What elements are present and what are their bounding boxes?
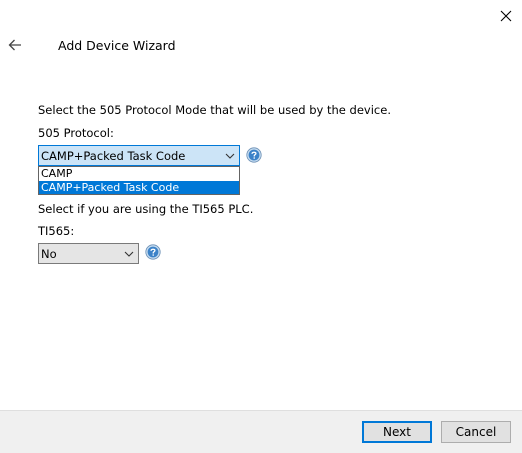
protocol-label: 505 Protocol: [38,126,114,140]
dropdown-option-camp-packed[interactable]: CAMP+Packed Task Code [39,181,239,194]
ti565-select-value: No [41,247,57,261]
next-button[interactable]: Next [362,421,432,443]
dropdown-option-camp[interactable]: CAMP [39,167,239,180]
close-button[interactable] [492,2,520,30]
cancel-button[interactable]: Cancel [441,421,511,443]
protocol-description: Select the 505 Protocol Mode that will b… [38,103,391,117]
chevron-down-icon [124,251,134,257]
wizard-title: Add Device Wizard [58,38,176,53]
ti565-help-button[interactable] [145,244,161,260]
ti565-description: Select if you are using the TI565 PLC. [38,202,254,216]
back-arrow-icon [8,39,21,51]
help-icon [145,244,161,260]
back-button[interactable] [4,34,26,56]
protocol-dropdown-list: CAMP CAMP+Packed Task Code [38,166,240,195]
ti565-select[interactable]: No [38,243,139,264]
chevron-down-icon [225,153,235,159]
help-icon [246,147,262,163]
protocol-select-value: CAMP+Packed Task Code [41,149,186,163]
protocol-select[interactable]: CAMP+Packed Task Code [38,145,240,166]
close-icon [500,10,512,22]
ti565-label: TI565: [38,224,75,238]
protocol-help-button[interactable] [246,147,262,163]
